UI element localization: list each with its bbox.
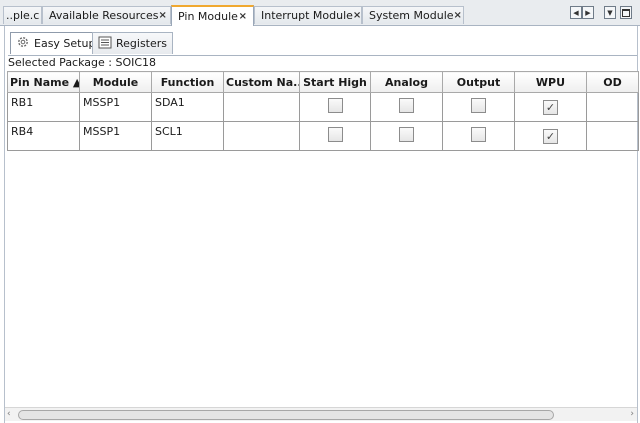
close-icon[interactable]: × [158,10,166,21]
register-list-icon [98,36,112,52]
wpu-cell: ✓ [514,121,587,151]
wpu-cell: ✓ [514,92,587,122]
od-cell [586,121,639,151]
table-row[interactable]: RB4 MSSP1 SCL1 ✓ [7,121,639,151]
column-header-pin-name[interactable]: Pin Name ▲ [7,71,80,93]
wpu-checkbox[interactable]: ✓ [543,99,558,115]
column-header-output[interactable]: Output [442,71,515,93]
analog-checkbox[interactable] [399,98,414,113]
tab-label: System Module [369,9,454,22]
column-header-od[interactable]: OD [586,71,639,93]
column-header-custom-name[interactable]: Custom Na... [223,71,300,93]
scroll-left-icon[interactable]: ◀ [570,6,582,19]
pin-name-cell: RB1 [7,92,80,122]
gear-icon [16,35,30,52]
tab-label: Interrupt Module [261,9,353,22]
selected-package-label: Selected Package : SOIC18 [8,55,637,72]
column-header-module[interactable]: Module [79,71,152,93]
custom-name-cell[interactable] [223,121,300,151]
module-cell: MSSP1 [79,92,152,122]
column-header-function[interactable]: Function [151,71,224,93]
start-high-cell [299,92,371,122]
tab-label: Pin Module [178,10,238,23]
analog-cell [370,92,443,122]
tab-label: Registers [116,37,168,50]
tab-system-module[interactable]: System Module × [362,6,464,24]
scroll-right-icon[interactable]: ▶ [582,6,594,19]
start-high-cell [299,121,371,151]
output-cell [442,121,515,151]
tab-label: Easy Setup [34,37,96,50]
close-icon[interactable]: × [353,10,361,21]
column-header-wpu[interactable]: WPU [514,71,587,93]
output-checkbox[interactable] [471,127,486,142]
maximize-window-icon[interactable] [620,6,632,19]
close-icon[interactable]: × [454,10,462,21]
start-high-checkbox[interactable] [327,127,343,142]
tab-easy-setup[interactable]: Easy Setup [10,32,102,54]
tab-label: ..ple.c [6,9,40,22]
module-cell: MSSP1 [79,121,152,151]
editor-tab-bar: ..ple.c Available Resources × Pin Module… [0,0,640,26]
column-header-start-high[interactable]: Start High [299,71,371,93]
pin-table: Pin Name ▲ Module Function Custom Na... … [7,71,639,151]
column-header-analog[interactable]: Analog [370,71,443,93]
start-high-checkbox[interactable] [327,98,343,113]
tab-label: Available Resources [49,9,159,22]
scroll-left-arrow-icon[interactable]: ‹ [7,408,11,421]
horizontal-scrollbar[interactable]: ‹ › [5,407,637,421]
close-icon[interactable]: × [239,11,247,22]
table-header-row: Pin Name ▲ Module Function Custom Na... … [7,71,639,93]
function-cell: SCL1 [151,121,224,151]
output-checkbox[interactable] [471,98,486,113]
od-cell [586,92,639,122]
tab-available-resources[interactable]: Available Resources × [42,6,171,24]
output-cell [442,92,515,122]
tab-pin-module[interactable]: Pin Module × [171,5,254,26]
custom-name-cell[interactable] [223,92,300,122]
tab-list-dropdown-icon[interactable]: ▼ [604,6,616,19]
tab-interrupt-module[interactable]: Interrupt Module × [254,6,362,24]
table-row[interactable]: RB1 MSSP1 SDA1 ✓ [7,92,639,122]
scroll-right-arrow-icon[interactable]: › [630,408,634,421]
function-cell: SDA1 [151,92,224,122]
tab-registers[interactable]: Registers [92,32,174,54]
analog-cell [370,121,443,151]
tab-ple-c[interactable]: ..ple.c [3,6,42,24]
analog-checkbox[interactable] [399,127,414,142]
pin-name-cell: RB4 [7,121,80,151]
wpu-checkbox[interactable]: ✓ [543,128,558,144]
scrollbar-thumb[interactable] [18,410,554,420]
